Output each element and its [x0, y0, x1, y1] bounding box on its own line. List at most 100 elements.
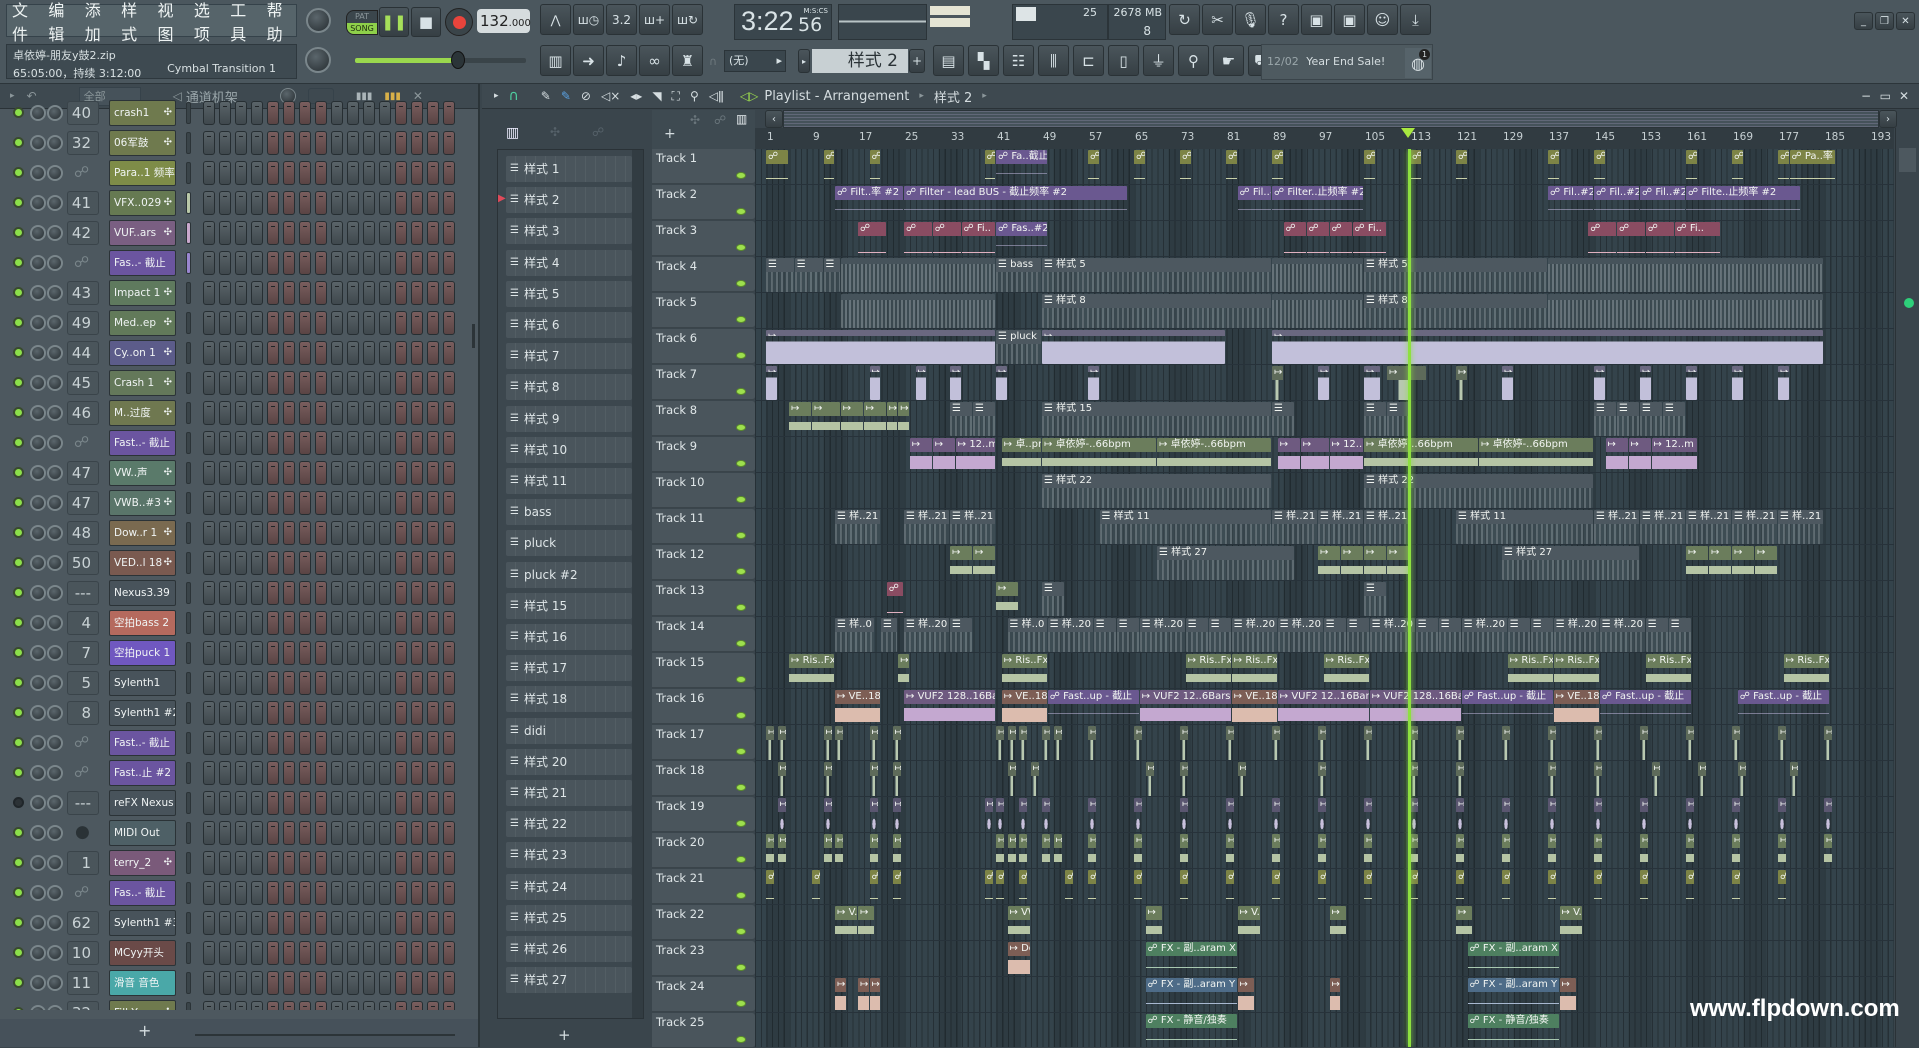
- playlist-clip[interactable]: ↦: [823, 834, 832, 868]
- channel-select-indicator[interactable]: [186, 282, 191, 304]
- step-button[interactable]: [299, 371, 311, 395]
- playlist-clip[interactable]: ☍: [1272, 150, 1283, 184]
- step-button[interactable]: [203, 941, 215, 965]
- playlist-clip[interactable]: ↦: [1042, 798, 1051, 832]
- step-button[interactable]: [235, 851, 247, 875]
- playlist-clip[interactable]: ☰ 样式 27: [1157, 546, 1294, 580]
- mixer-track-number[interactable]: 44: [67, 341, 99, 365]
- playlist-clip[interactable]: ☰ 样..21: [835, 510, 880, 544]
- playlist-clip[interactable]: ↦: [1456, 726, 1465, 760]
- channel-mute-led[interactable]: [13, 767, 24, 778]
- step-button[interactable]: [427, 221, 439, 245]
- playlist-clip[interactable]: ↦: [1007, 726, 1016, 760]
- playlist-clip[interactable]: ↦: [1686, 834, 1695, 868]
- step-button[interactable]: [395, 311, 407, 335]
- step-button[interactable]: [411, 401, 423, 425]
- channel-mute-led[interactable]: [13, 407, 24, 418]
- step-button[interactable]: [331, 731, 343, 755]
- channel-name-button[interactable]: VW..声 ✣: [109, 460, 176, 486]
- playlist-clip[interactable]: ☍ Fil..#2: [1594, 186, 1639, 220]
- step-button[interactable]: [235, 521, 247, 545]
- playlist-clip[interactable]: ☰ bass: [996, 258, 1041, 292]
- step-button[interactable]: [219, 341, 231, 365]
- step-button[interactable]: [331, 581, 343, 605]
- playlist-clip[interactable]: ↦: [858, 906, 875, 940]
- channel-mute-led[interactable]: [13, 917, 24, 928]
- track-enable-led[interactable]: [736, 172, 746, 179]
- playlist-clip[interactable]: ☰ pluck: [996, 330, 1041, 364]
- playlist-clip[interactable]: ↦: [1594, 726, 1603, 760]
- step-button[interactable]: [219, 101, 231, 125]
- step-button[interactable]: [427, 611, 439, 635]
- track-enable-led[interactable]: [736, 1000, 746, 1007]
- step-button[interactable]: [363, 701, 375, 725]
- track-header[interactable]: Track 22: [652, 905, 755, 940]
- channel-name-button[interactable]: Med..ep ✣: [109, 310, 176, 336]
- playlist-clip[interactable]: ↦: [892, 798, 901, 832]
- step-button[interactable]: [411, 581, 423, 605]
- step-button[interactable]: [251, 131, 263, 155]
- step-button[interactable]: [315, 821, 327, 845]
- track-header[interactable]: Track 14: [652, 617, 755, 652]
- step-button[interactable]: [379, 611, 391, 635]
- playlist-clip[interactable]: ↦: [1272, 834, 1281, 868]
- playlist-clip[interactable]: ↦ VUF2 128..16Bars: [1369, 690, 1461, 724]
- channel-mute-led[interactable]: [13, 287, 24, 298]
- channel-pan-knob[interactable]: [30, 615, 46, 631]
- step-button[interactable]: [203, 701, 215, 725]
- channel-pan-knob[interactable]: [30, 885, 46, 901]
- channel-pan-knob[interactable]: [30, 105, 46, 121]
- step-button[interactable]: [443, 731, 455, 755]
- channel-volume-knob[interactable]: [47, 945, 63, 961]
- menu-5[interactable]: 选项: [194, 0, 223, 45]
- master-volume-knob[interactable]: [305, 47, 331, 73]
- step-button[interactable]: [331, 191, 343, 215]
- step-button[interactable]: [363, 731, 375, 755]
- step-button[interactable]: [411, 491, 423, 515]
- step-button[interactable]: [219, 281, 231, 305]
- step-button[interactable]: [203, 371, 215, 395]
- step-button[interactable]: [299, 281, 311, 305]
- playlist-clip[interactable]: ☰ 样..21: [1594, 510, 1639, 544]
- step-button[interactable]: [251, 371, 263, 395]
- playlist-clip[interactable]: ☍: [1686, 870, 1695, 904]
- mixer-track-number[interactable]: 42: [67, 221, 99, 245]
- step-button[interactable]: [395, 341, 407, 365]
- step-button[interactable]: [411, 761, 423, 785]
- mute-tool-icon[interactable]: ◁×: [601, 89, 620, 103]
- playlist-clip[interactable]: ↦: [973, 546, 995, 580]
- step-button[interactable]: [203, 731, 215, 755]
- step-button[interactable]: [283, 371, 295, 395]
- channel-mute-led[interactable]: [13, 857, 24, 868]
- playlist-clip[interactable]: ☍: [1548, 870, 1557, 904]
- step-button[interactable]: [427, 791, 439, 815]
- channel-mute-led[interactable]: [13, 707, 24, 718]
- step-button[interactable]: [299, 161, 311, 185]
- channel-pan-knob[interactable]: [30, 405, 46, 421]
- track-header[interactable]: Track 11: [652, 509, 755, 544]
- step-button[interactable]: [299, 131, 311, 155]
- channel-pan-knob[interactable]: [30, 585, 46, 601]
- playlist-clip[interactable]: ☍: [1019, 870, 1028, 904]
- playlist-clip[interactable]: ☰ 样..20: [1277, 618, 1323, 652]
- playlist-clip[interactable]: ☍ Fi..: [1352, 222, 1386, 256]
- step-button[interactable]: [363, 221, 375, 245]
- playlist-clip[interactable]: ↦: [1088, 834, 1097, 868]
- step-button[interactable]: [347, 821, 359, 845]
- step-button[interactable]: [379, 491, 391, 515]
- playlist-clip[interactable]: ↦: [823, 762, 832, 796]
- playlist-clip[interactable]: ☍: [1645, 222, 1674, 256]
- playlist-clip[interactable]: ↦ 卓依婷-..66bpm: [1364, 438, 1478, 472]
- step-button[interactable]: [363, 761, 375, 785]
- playlist-clip[interactable]: ☰ 样..0: [1007, 618, 1047, 652]
- step-button[interactable]: [267, 491, 279, 515]
- playlist-clip[interactable]: ☍: [1134, 150, 1145, 184]
- step-button[interactable]: [427, 641, 439, 665]
- step-button[interactable]: [427, 491, 439, 515]
- playlist-clip[interactable]: ↦: [1237, 762, 1246, 796]
- step-button[interactable]: [235, 161, 247, 185]
- step-button[interactable]: [299, 701, 311, 725]
- step-button[interactable]: [219, 431, 231, 455]
- step-button[interactable]: [267, 761, 279, 785]
- step-button[interactable]: [315, 521, 327, 545]
